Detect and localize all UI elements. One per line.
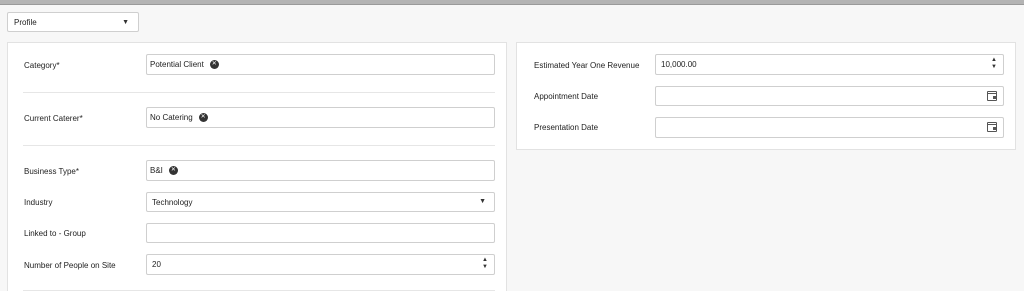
top-bar: [0, 0, 1024, 5]
caret-down-icon: ▼: [122, 19, 129, 26]
linked-group-input[interactable]: [146, 223, 495, 243]
category-label: Category*: [24, 61, 60, 70]
people-on-site-label: Number of People on Site: [24, 261, 116, 270]
people-on-site-stepper[interactable]: 20 ▲ ▼: [146, 254, 495, 275]
business-type-chip-label: B&I: [150, 166, 163, 175]
stepper-arrows-icon[interactable]: ▲ ▼: [482, 257, 488, 271]
category-chip: Potential Client ✕: [147, 60, 219, 69]
current-caterer-chip-label: No Catering: [150, 113, 193, 122]
presentation-date-input[interactable]: [655, 117, 1004, 138]
revenue-value: 10,000.00: [661, 60, 697, 69]
current-caterer-chip: No Catering ✕: [147, 113, 208, 122]
calendar-icon[interactable]: [987, 91, 997, 101]
industry-label: Industry: [24, 198, 53, 207]
revenue-stepper[interactable]: 10,000.00 ▲ ▼: [655, 54, 1004, 75]
linked-group-label: Linked to - Group: [24, 229, 86, 238]
category-chip-label: Potential Client: [150, 60, 204, 69]
appointment-date-input[interactable]: [655, 86, 1004, 106]
revenue-label: Estimated Year One Revenue: [534, 61, 640, 70]
remove-chip-icon[interactable]: ✕: [209, 60, 219, 69]
category-field[interactable]: Potential Client ✕: [146, 54, 495, 75]
business-type-label: Business Type*: [24, 167, 79, 176]
left-panel: Category* Potential Client ✕ Current Cat…: [7, 42, 507, 291]
remove-chip-icon[interactable]: ✕: [168, 166, 178, 175]
appointment-date-label: Appointment Date: [534, 92, 599, 101]
current-caterer-field[interactable]: No Catering ✕: [146, 107, 495, 128]
industry-select[interactable]: Technology ▼: [146, 192, 495, 212]
profile-select[interactable]: Profile ▼: [7, 12, 139, 32]
right-panel: Estimated Year One Revenue 10,000.00 ▲ ▼ …: [516, 42, 1016, 150]
remove-chip-icon[interactable]: ✕: [198, 113, 208, 122]
stepper-arrows-icon[interactable]: ▲ ▼: [991, 57, 997, 71]
people-on-site-value: 20: [152, 260, 161, 269]
divider: [23, 145, 495, 146]
calendar-icon[interactable]: [987, 122, 997, 132]
industry-value: Technology: [152, 197, 193, 207]
business-type-field[interactable]: B&I ✕: [146, 160, 495, 181]
business-type-chip: B&I ✕: [147, 166, 178, 175]
caret-down-icon: ▼: [479, 198, 486, 205]
presentation-date-label: Presentation Date: [534, 123, 599, 132]
profile-select-value: Profile: [14, 17, 37, 27]
current-caterer-label: Current Caterer*: [24, 114, 83, 123]
divider: [23, 92, 495, 93]
